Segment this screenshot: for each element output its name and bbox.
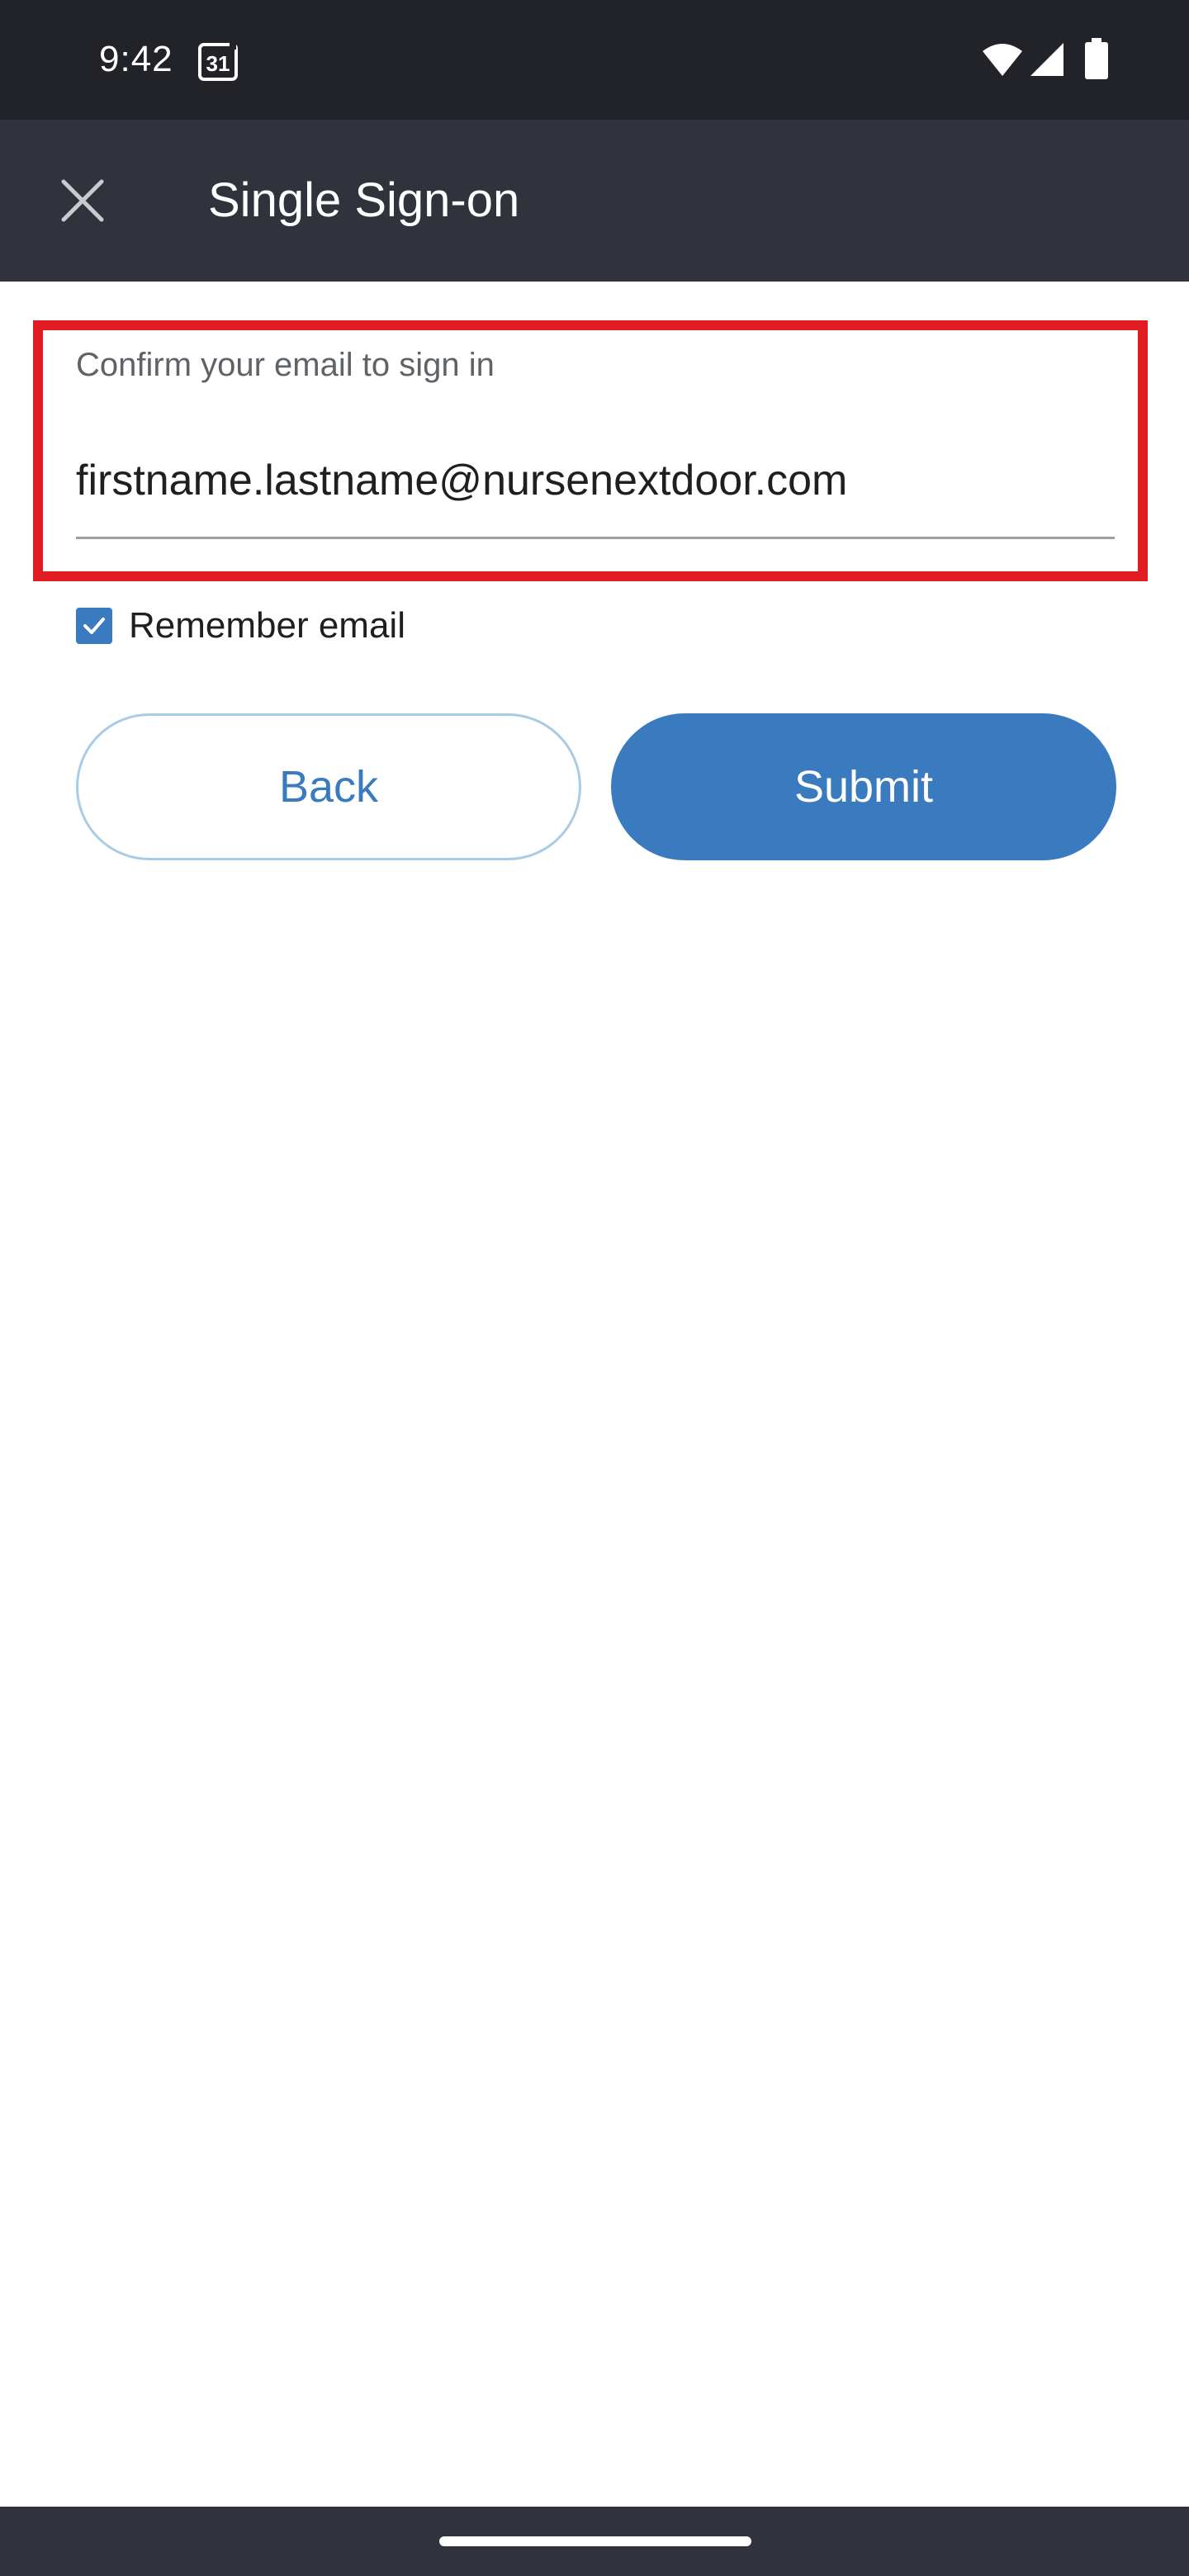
back-button[interactable]: Back xyxy=(76,713,581,860)
remember-email-checkbox[interactable] xyxy=(76,608,112,644)
submit-button[interactable]: Submit xyxy=(611,713,1116,860)
email-field[interactable] xyxy=(76,449,1115,512)
status-bar: 9:42 31 xyxy=(0,0,1189,120)
wifi-icon xyxy=(983,44,1022,76)
calendar-icon: 31 xyxy=(198,41,238,81)
close-icon xyxy=(61,179,104,222)
signal-icon xyxy=(1030,43,1063,76)
app-bar: Single Sign-on xyxy=(0,120,1189,282)
home-gesture-handle[interactable] xyxy=(439,2536,751,2546)
remember-email-row[interactable]: Remember email xyxy=(76,603,405,649)
status-time: 9:42 xyxy=(99,39,173,79)
email-field-underline xyxy=(76,537,1115,539)
checkmark-icon xyxy=(83,618,105,634)
close-button[interactable] xyxy=(40,158,126,244)
email-field-label: Confirm your email to sign in xyxy=(76,347,495,383)
battery-icon xyxy=(1085,38,1108,79)
page-title: Single Sign-on xyxy=(208,173,520,227)
navigation-bar xyxy=(0,2507,1189,2576)
remember-email-label: Remember email xyxy=(129,605,405,646)
calendar-day: 31 xyxy=(206,51,230,76)
